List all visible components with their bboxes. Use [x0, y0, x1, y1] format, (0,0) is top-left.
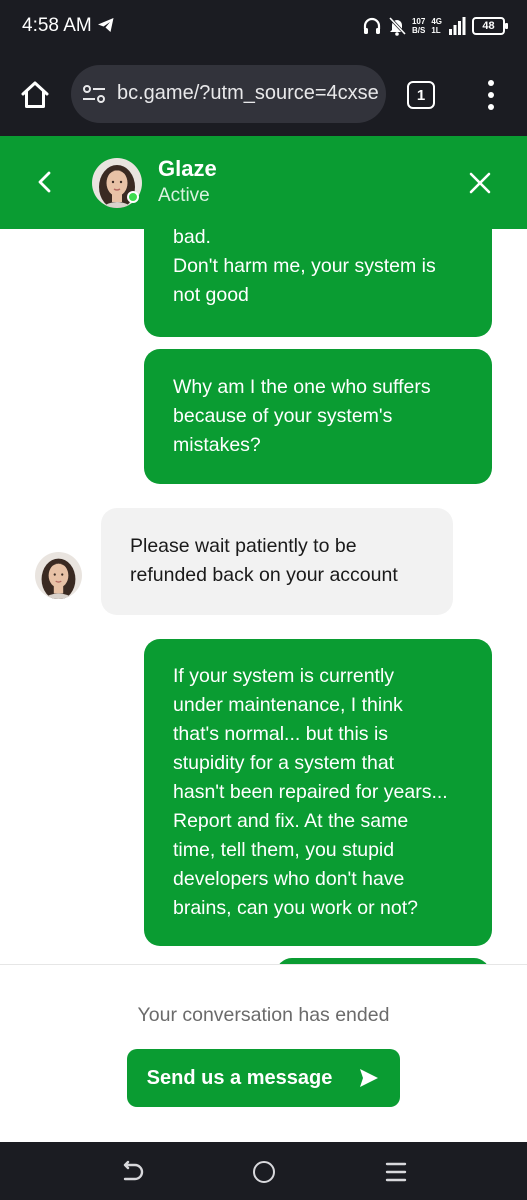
message-line: not good [173, 284, 249, 306]
url-text[interactable]: bc.game/?utm_source=4cxse [117, 82, 379, 105]
message-list[interactable]: bad. Don't harm me, your system is not g… [0, 229, 527, 964]
system-navigation-bar [0, 1142, 527, 1200]
message-line: time, tell them, you stupid [173, 839, 395, 861]
message-line: that's normal... but this is [173, 723, 389, 745]
message-line: mistakes? [173, 434, 261, 456]
message-line: because of your system's [173, 405, 393, 427]
send-message-button[interactable]: Send us a message [127, 1049, 400, 1107]
network-speed-unit: B/S [411, 26, 426, 35]
battery-level: 48 [482, 20, 495, 32]
home-icon[interactable] [20, 80, 50, 110]
message-line: Don't harm me, your system is [173, 255, 436, 277]
conversation-ended-text: Your conversation has ended [137, 1004, 390, 1026]
battery-icon: 48 [472, 17, 508, 35]
nav-home-icon[interactable] [253, 1161, 275, 1183]
message-line: stupidity for a system that [173, 752, 395, 774]
message-line: If your system is currently [173, 665, 395, 687]
address-bar[interactable]: bc.game/?utm_source=4cxse [71, 65, 386, 123]
message-line: developers who don't have [173, 868, 405, 890]
agent-name: Glaze [158, 156, 217, 181]
nav-recents-icon[interactable] [385, 1161, 407, 1183]
close-icon[interactable] [466, 169, 494, 197]
agent-avatar [35, 552, 82, 599]
telegram-icon [98, 18, 114, 32]
message-line: refunded back on your account [130, 564, 398, 586]
network-sub-label: 1L [431, 26, 441, 35]
chat-footer: Your conversation has ended Send us a me… [0, 964, 527, 1142]
site-settings-icon[interactable] [82, 84, 106, 104]
online-status-dot [127, 191, 139, 203]
send-icon [360, 1069, 379, 1087]
user-message: bad. Don't harm me, your system is not g… [144, 229, 492, 337]
user-message: If your system is currently under mainte… [144, 639, 492, 946]
agent-message: Please wait patiently to be refunded bac… [101, 508, 453, 615]
tab-switcher-icon[interactable]: 1 [407, 81, 435, 109]
mute-icon [388, 16, 406, 36]
message-line: brains, can you work or not? [173, 897, 418, 919]
network-speed-value: 107 [411, 17, 426, 26]
back-arrow-icon[interactable] [32, 169, 58, 195]
status-icons: 107 B/S 4G 1L 48 [362, 14, 508, 38]
headphones-icon [363, 17, 381, 34]
signal-icon [449, 17, 466, 35]
network-type: 4G 1L [431, 17, 442, 35]
message-line: Report and fix. At the same [173, 810, 409, 832]
agent-status: Active [158, 185, 210, 206]
message-line: Why am I the one who suffers [173, 376, 431, 398]
user-message: Why am I the one who suffers because of … [144, 349, 492, 484]
network-type-label: 4G [431, 17, 442, 26]
send-message-label: Send us a message [146, 1066, 333, 1089]
chat-header: Glaze Active [0, 136, 527, 229]
message-line: bad. [173, 229, 211, 248]
nav-back-icon[interactable] [120, 1160, 144, 1184]
tab-count: 1 [416, 86, 426, 104]
network-speed: 107 B/S [412, 17, 425, 35]
message-line: hasn't been repaired for years... [173, 781, 448, 803]
browser-toolbar: bc.game/?utm_source=4cxse 1 [0, 52, 527, 136]
status-time: 4:58 AM [22, 15, 92, 36]
message-line: under maintenance, I think [173, 694, 403, 716]
message-line: Please wait patiently to be [130, 535, 357, 557]
status-bar: 4:58 AM 107 B/S 4G 1L 48 [0, 0, 527, 52]
overflow-menu-icon[interactable] [480, 78, 502, 112]
